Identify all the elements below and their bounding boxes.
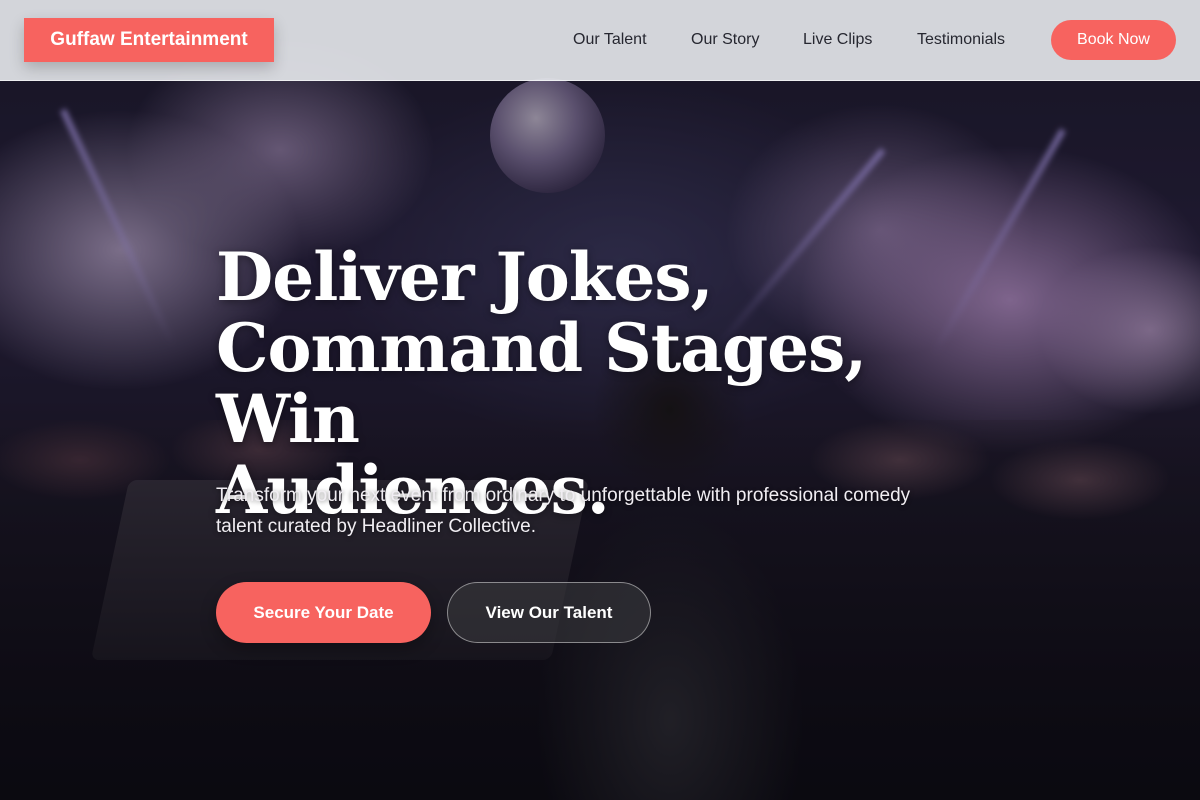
nav-link-our-story[interactable]: Our Story — [691, 30, 759, 50]
secure-your-date-button[interactable]: Secure Your Date — [216, 582, 431, 643]
headline-line: Command Stages, Win — [216, 309, 867, 458]
site-header: Guffaw Entertainment Our Talent Our Stor… — [0, 0, 1200, 81]
book-now-button[interactable]: Book Now — [1051, 20, 1176, 60]
headline-line: Deliver Jokes, — [216, 238, 714, 316]
nav-link-live-clips[interactable]: Live Clips — [803, 30, 872, 50]
hero-subtext: Transform your next event from ordinary … — [216, 485, 911, 537]
view-our-talent-button[interactable]: View Our Talent — [447, 582, 651, 643]
brand-logo[interactable]: Guffaw Entertainment — [24, 18, 274, 62]
nav-link-testimonials[interactable]: Testimonials — [917, 30, 1005, 50]
nav-link-our-talent[interactable]: Our Talent — [573, 30, 647, 50]
